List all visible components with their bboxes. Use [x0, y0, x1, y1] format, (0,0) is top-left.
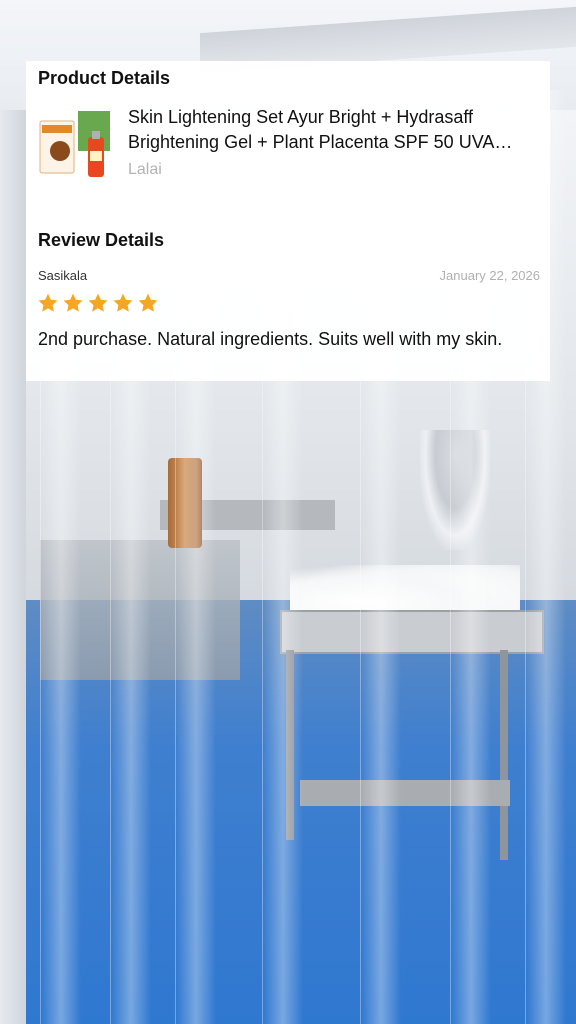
product-name[interactable]: Skin Lightening Set Ayur Bright + Hydras…	[128, 105, 548, 155]
steel-table	[280, 610, 544, 654]
product-thumbnail-icon[interactable]	[38, 107, 112, 181]
review-card: Product Details Skin Lightening Set Ayur…	[26, 61, 550, 381]
star-icon	[138, 293, 158, 312]
star-icon	[113, 293, 133, 312]
reviewer-name: Sasikala	[38, 268, 88, 283]
star-icon	[88, 293, 108, 312]
product-row[interactable]: Skin Lightening Set Ayur Bright + Hydras…	[38, 105, 538, 185]
table-leg	[500, 650, 508, 860]
review-details-heading: Review Details	[38, 230, 165, 250]
star-icon	[63, 293, 83, 312]
product-brand: Lalai	[128, 161, 162, 178]
door-frame	[0, 110, 26, 1024]
review-date: January 22, 2026	[439, 268, 540, 283]
star-icon	[38, 293, 58, 312]
review-text: 2nd purchase. Natural ingredients. Suits…	[38, 329, 503, 349]
product-details-heading: Product Details	[38, 68, 171, 88]
star-rating	[37, 292, 159, 314]
